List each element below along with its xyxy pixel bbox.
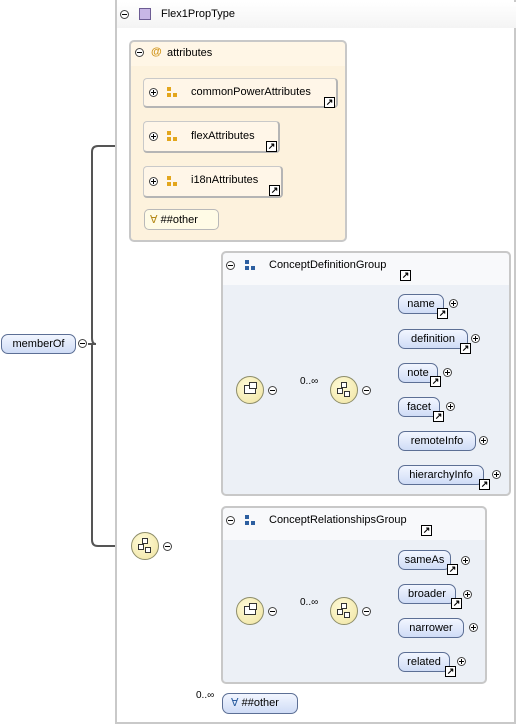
attribute-group-label: commonPowerAttributes: [191, 86, 311, 98]
attribute-group-icon: [167, 87, 178, 98]
collapse-icon[interactable]: [163, 542, 172, 551]
any-attribute-label: ##other: [160, 214, 198, 226]
group-title: ConceptDefinitionGroup: [269, 259, 387, 271]
link-icon[interactable]: ↗: [447, 564, 458, 575]
collapse-icon[interactable]: [120, 10, 129, 19]
element-related[interactable]: related: [398, 652, 450, 672]
group-box-concept-definition: [221, 251, 511, 496]
expand-icon[interactable]: [469, 623, 478, 632]
any-element-symbol: ∀: [231, 697, 239, 709]
choice-icon[interactable]: [131, 532, 159, 560]
attribute-group-label: i18nAttributes: [191, 174, 259, 186]
occurrence-label: 0..∞: [300, 597, 319, 608]
collapse-icon[interactable]: [135, 48, 144, 57]
collapse-icon[interactable]: [362, 607, 371, 616]
expand-icon[interactable]: [492, 470, 501, 479]
collapse-icon[interactable]: [78, 339, 87, 348]
attributes-title: attributes: [167, 47, 213, 59]
any-element-label: ##other: [241, 697, 279, 709]
element-definition[interactable]: definition: [398, 329, 468, 349]
choice-icon[interactable]: [330, 376, 358, 404]
expand-icon[interactable]: [479, 436, 488, 445]
attribute-icon: @: [151, 46, 162, 58]
occurrence-label: 0..∞: [300, 376, 319, 387]
attribute-group-icon: [167, 176, 178, 187]
element-hierarchyInfo[interactable]: hierarchyInfo: [398, 465, 484, 485]
model-group-icon: [245, 515, 256, 526]
expand-icon[interactable]: [449, 299, 458, 308]
element-sameAs[interactable]: sameAs: [398, 550, 451, 570]
expand-icon[interactable]: [471, 334, 480, 343]
complex-type-title: Flex1PropType: [161, 8, 235, 20]
sequence-icon[interactable]: [236, 376, 264, 404]
collapse-icon[interactable]: [226, 516, 235, 525]
complex-type-icon: [139, 8, 151, 20]
link-icon[interactable]: ↗: [269, 185, 280, 196]
attributes-header: [131, 42, 345, 66]
link-icon[interactable]: ↗: [451, 598, 462, 609]
expand-icon[interactable]: [446, 402, 455, 411]
link-icon[interactable]: ↗: [430, 376, 441, 387]
expand-icon[interactable]: [443, 368, 452, 377]
link-icon[interactable]: ↗: [400, 270, 411, 281]
collapse-icon[interactable]: [362, 386, 371, 395]
link-icon[interactable]: ↗: [421, 525, 432, 536]
root-element-memberOf[interactable]: memberOf: [1, 334, 76, 354]
any-attribute-symbol: ∀: [150, 214, 158, 226]
link-icon[interactable]: ↗: [479, 479, 490, 490]
expand-icon[interactable]: [457, 657, 466, 666]
element-broader[interactable]: broader: [398, 584, 456, 604]
expand-icon[interactable]: [461, 556, 470, 565]
link-icon[interactable]: ↗: [266, 141, 277, 152]
any-element[interactable]: ∀ ##other: [222, 693, 298, 714]
element-narrower[interactable]: narrower: [398, 618, 464, 638]
expand-icon[interactable]: [149, 132, 158, 141]
occurrence-label: 0..∞: [196, 690, 215, 701]
any-attribute[interactable]: ∀ ##other: [144, 209, 219, 230]
choice-icon[interactable]: [330, 597, 358, 625]
link-icon[interactable]: ↗: [437, 308, 448, 319]
attribute-group-label: flexAttributes: [191, 130, 255, 142]
attribute-group-icon: [167, 131, 178, 142]
link-icon[interactable]: ↗: [324, 97, 335, 108]
root-element-label: memberOf: [12, 338, 65, 350]
collapse-icon[interactable]: [268, 386, 277, 395]
expand-icon[interactable]: [149, 177, 158, 186]
expand-icon[interactable]: [463, 590, 472, 599]
link-icon[interactable]: ↗: [433, 411, 444, 422]
sequence-icon[interactable]: [236, 597, 264, 625]
model-group-icon: [245, 260, 256, 271]
collapse-icon[interactable]: [268, 607, 277, 616]
element-remoteInfo[interactable]: remoteInfo: [398, 431, 476, 451]
collapse-icon[interactable]: [226, 261, 235, 270]
group-title: ConceptRelationshipsGroup: [269, 514, 407, 526]
expand-icon[interactable]: [149, 88, 158, 97]
link-icon[interactable]: ↗: [445, 666, 456, 677]
link-icon[interactable]: ↗: [460, 343, 471, 354]
